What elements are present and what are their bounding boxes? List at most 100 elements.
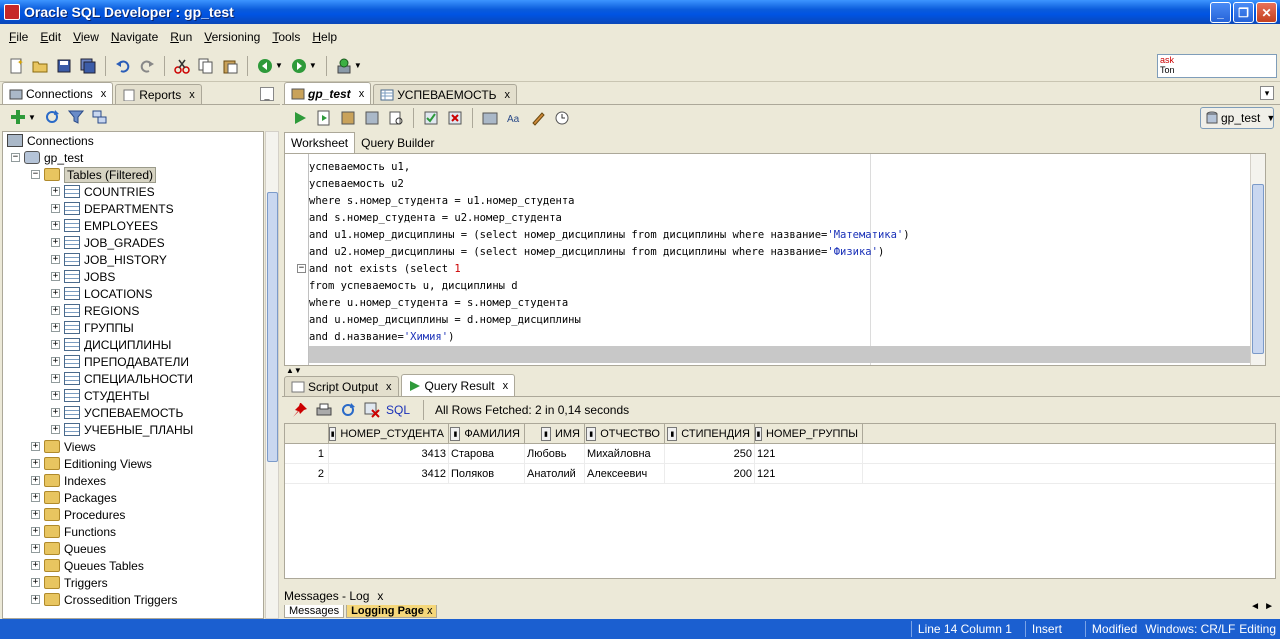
table-cell[interactable]: 250: [665, 444, 755, 463]
close-icon[interactable]: x: [359, 88, 365, 100]
back-dropdown-icon[interactable]: ▼: [275, 61, 283, 70]
tree-connection-gp-test[interactable]: − gp_test: [3, 149, 263, 166]
sql-editor[interactable]: − успеваемость u1, успеваемость u2 where s…: [284, 153, 1266, 366]
column-header[interactable]: ▮ ФАМИЛИЯ: [449, 424, 525, 443]
tree-folder-item[interactable]: + Views: [3, 438, 263, 455]
sql-link[interactable]: SQL: [386, 403, 410, 417]
add-connection-icon[interactable]: [9, 108, 27, 126]
tree-table-item[interactable]: + JOBS: [3, 268, 263, 285]
menu-file[interactable]: File: [4, 28, 33, 46]
close-icon[interactable]: x: [189, 89, 195, 101]
collapse-icon[interactable]: −: [31, 170, 40, 179]
paste-icon[interactable]: [221, 57, 239, 75]
table-cell[interactable]: Любовь: [525, 444, 585, 463]
expand-icon[interactable]: +: [51, 204, 60, 213]
expand-icon[interactable]: +: [51, 340, 60, 349]
expand-icon[interactable]: +: [51, 221, 60, 230]
new-icon[interactable]: ✦: [7, 57, 25, 75]
expand-icon[interactable]: +: [51, 187, 60, 196]
column-header[interactable]: ▮ ИМЯ: [525, 424, 585, 443]
table-cell[interactable]: Михайловна: [585, 444, 665, 463]
expand-icon[interactable]: +: [51, 272, 60, 281]
close-icon[interactable]: x: [386, 381, 392, 393]
minimize-panel-button[interactable]: _: [260, 87, 274, 101]
connection-select[interactable]: gp_test ▼: [1200, 107, 1275, 129]
table-cell[interactable]: 3412: [329, 464, 449, 483]
menu-versioning[interactable]: Versioning: [199, 28, 265, 46]
sql-tuning-icon[interactable]: [387, 109, 405, 127]
save-icon[interactable]: [55, 57, 73, 75]
expand-icon[interactable]: +: [31, 561, 40, 570]
tab-worksheet[interactable]: Worksheet: [284, 132, 356, 153]
forward-icon[interactable]: [290, 57, 308, 75]
copy-icon[interactable]: [197, 57, 215, 75]
tab-messages[interactable]: Messages: [284, 605, 345, 618]
clear-icon[interactable]: [529, 109, 547, 127]
expand-icon[interactable]: +: [51, 391, 60, 400]
tree-folder-item[interactable]: + Triggers: [3, 574, 263, 591]
rollback-icon[interactable]: [446, 109, 464, 127]
table-cell[interactable]: Старова: [449, 444, 525, 463]
expand-icon[interactable]: +: [31, 595, 40, 604]
expand-icon[interactable]: +: [51, 238, 60, 247]
menu-edit[interactable]: Edit: [35, 28, 66, 46]
table-cell[interactable]: 200: [665, 464, 755, 483]
table-cell[interactable]: Анатолий: [525, 464, 585, 483]
scrollbar-thumb[interactable]: [1252, 184, 1264, 354]
expand-icon[interactable]: +: [31, 442, 40, 451]
forward-dropdown-icon[interactable]: ▼: [309, 61, 317, 70]
expand-icon[interactable]: +: [31, 544, 40, 553]
column-header[interactable]: ▮ НОМЕР_ГРУППЫ: [755, 424, 863, 443]
column-header[interactable]: ▮ ОТЧЕСТВО: [585, 424, 665, 443]
expand-icon[interactable]: +: [51, 425, 60, 434]
menu-tools[interactable]: Tools: [267, 28, 305, 46]
expand-icon[interactable]: +: [51, 357, 60, 366]
tree-table-item[interactable]: + EMPLOYEES: [3, 217, 263, 234]
run-statement-icon[interactable]: [291, 109, 309, 127]
table-cell[interactable]: Алексеевич: [585, 464, 665, 483]
tree-table-item[interactable]: + LOCATIONS: [3, 285, 263, 302]
column-header[interactable]: ▮ СТИПЕНДИЯ: [665, 424, 755, 443]
expand-icon[interactable]: +: [51, 323, 60, 332]
expand-icon[interactable]: +: [31, 459, 40, 468]
tree-folder-item[interactable]: + Procedures: [3, 506, 263, 523]
add-dropdown-icon[interactable]: ▼: [28, 113, 36, 122]
tree-folder-item[interactable]: + Queues Tables: [3, 557, 263, 574]
run-script-icon[interactable]: [315, 109, 333, 127]
tree-table-item[interactable]: + ГРУППЫ: [3, 319, 263, 336]
status-insert-mode[interactable]: Insert: [1024, 621, 1085, 637]
table-cell[interactable]: 3413: [329, 444, 449, 463]
tree-table-item[interactable]: + УЧЕБНЫЕ_ПЛАНЫ: [3, 421, 263, 438]
explain-plan-icon[interactable]: [363, 109, 381, 127]
table-cell[interactable]: Поляков: [449, 464, 525, 483]
menu-navigate[interactable]: Navigate: [106, 28, 163, 46]
minimize-button[interactable]: _: [1210, 2, 1231, 23]
scroll-right-icon[interactable]: ►: [1264, 601, 1274, 612]
row-number-cell[interactable]: 2: [285, 464, 329, 483]
tree-folder-item[interactable]: + Functions: [3, 523, 263, 540]
tab-uspevaemost[interactable]: УСПЕВАЕМОСТЬ x: [373, 84, 518, 104]
refresh-icon[interactable]: [339, 401, 357, 419]
tree-table-item[interactable]: + СТУДЕНТЫ: [3, 387, 263, 404]
tree-tables-folder[interactable]: − Tables (Filtered): [3, 166, 263, 183]
expand-icon[interactable]: +: [31, 578, 40, 587]
history-icon[interactable]: [553, 109, 571, 127]
pin-icon[interactable]: [291, 401, 309, 419]
close-icon[interactable]: x: [377, 589, 383, 603]
tree-folder-item[interactable]: + Indexes: [3, 472, 263, 489]
fold-collapse-icon[interactable]: −: [297, 264, 306, 273]
table-cell[interactable]: 121: [755, 464, 863, 483]
schema-browser-icon[interactable]: [91, 108, 109, 126]
expand-icon[interactable]: +: [31, 527, 40, 536]
tree-folder-item[interactable]: + Packages: [3, 489, 263, 506]
table-row[interactable]: 2 3412 Поляков Анатолий Алексеевич 200 121: [285, 464, 1275, 484]
close-button[interactable]: ✕: [1256, 2, 1277, 23]
close-icon[interactable]: x: [427, 605, 433, 617]
cut-icon[interactable]: [173, 57, 191, 75]
expand-icon[interactable]: +: [31, 493, 40, 502]
memory-indicator[interactable]: ask Ton: [1157, 54, 1277, 78]
print-icon[interactable]: [315, 401, 333, 419]
tree-table-item[interactable]: + COUNTRIES: [3, 183, 263, 200]
back-icon[interactable]: [256, 57, 274, 75]
undo-icon[interactable]: [114, 57, 132, 75]
